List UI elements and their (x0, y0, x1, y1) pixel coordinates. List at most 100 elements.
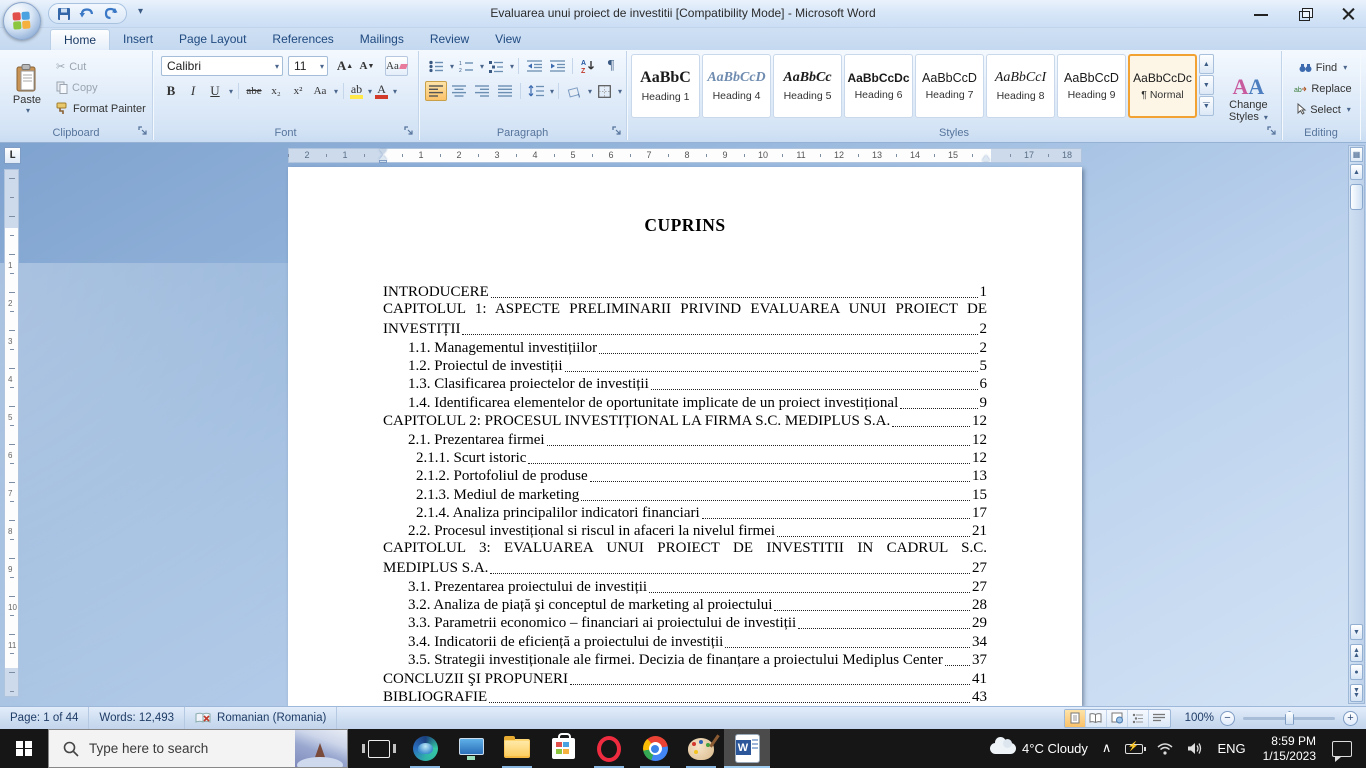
taskbar-opera[interactable] (586, 729, 632, 768)
clipboard-dialog-launcher[interactable] (138, 126, 150, 138)
word-count[interactable]: Words: 12,493 (89, 707, 186, 729)
style-card-heading-4[interactable]: AaBbCcD Heading 4 (702, 54, 771, 118)
office-button[interactable] (3, 2, 41, 40)
font-color-caret-icon[interactable]: ▾ (393, 87, 397, 96)
align-center-button[interactable] (448, 81, 470, 101)
style-card-heading-9[interactable]: AaBbCcD Heading 9 (1057, 54, 1126, 118)
decrease-indent-button[interactable] (523, 56, 545, 76)
strikethrough-button[interactable]: abe (244, 81, 264, 101)
font-size-combo[interactable]: 11 ▾ (288, 56, 328, 76)
find-button[interactable]: Find ▾ (1288, 57, 1358, 78)
browse-object-button[interactable]: ● (1350, 664, 1363, 680)
multilevel-list-button[interactable] (485, 56, 507, 76)
bullets-caret-icon[interactable]: ▾ (450, 62, 454, 71)
numbering-button[interactable]: 12 (455, 56, 477, 76)
taskbar-search[interactable]: Type here to search (48, 729, 348, 768)
align-right-button[interactable] (471, 81, 493, 101)
multilevel-caret-icon[interactable]: ▾ (510, 62, 514, 71)
taskbar-file-explorer[interactable] (494, 729, 540, 768)
borders-button[interactable] (593, 81, 615, 101)
highlight-button[interactable]: ab (349, 83, 364, 100)
subscript-button[interactable]: x₂ (266, 81, 286, 101)
taskbar-paint[interactable] (678, 729, 724, 768)
clock[interactable]: 8:59 PM 1/15/2023 (1253, 734, 1326, 764)
paragraph-dialog-launcher[interactable] (612, 126, 624, 138)
styles-dialog-launcher[interactable] (1267, 126, 1279, 138)
tab-mailings[interactable]: Mailings (347, 29, 417, 50)
bullets-button[interactable] (425, 56, 447, 76)
highlight-caret-icon[interactable]: ▾ (368, 87, 372, 96)
right-indent-marker[interactable] (982, 155, 990, 161)
style-card-heading-5[interactable]: AaBbCc Heading 5 (773, 54, 842, 118)
taskbar-word[interactable] (724, 729, 770, 768)
web-layout-view-button[interactable] (1107, 709, 1128, 727)
page-indicator[interactable]: Page: 1 of 44 (0, 707, 90, 729)
document-page[interactable]: CUPRINS INTRODUCERE 1 CAPITOLUL 1: ASPECTE… (288, 167, 1082, 706)
weather-widget[interactable]: 4°C Cloudy (983, 729, 1095, 768)
scrollbar-thumb[interactable] (1350, 184, 1363, 210)
underline-button[interactable]: U (205, 81, 225, 101)
tab-home[interactable]: Home (50, 29, 111, 50)
tab-view[interactable]: View (482, 29, 534, 50)
tab-references[interactable]: References (259, 29, 346, 50)
next-page-button[interactable]: ▼ ▼ (1350, 684, 1363, 702)
taskbar-chrome[interactable] (632, 729, 678, 768)
superscript-button[interactable]: x² (288, 81, 308, 101)
styles-scroll-down-button[interactable]: ▼ (1199, 75, 1214, 95)
style-card-heading-8[interactable]: AaBbCcI Heading 8 (986, 54, 1055, 118)
bold-button[interactable]: B (161, 81, 181, 101)
line-spacing-button[interactable] (525, 81, 547, 101)
start-button[interactable] (0, 729, 48, 768)
minimize-button[interactable] (1252, 6, 1270, 22)
previous-page-button[interactable]: ▲ ▲ (1350, 644, 1363, 662)
tab-insert[interactable]: Insert (110, 29, 166, 50)
indent-markers[interactable] (379, 149, 387, 163)
style-card-heading-6[interactable]: AaBbCcDc Heading 6 (844, 54, 913, 118)
zoom-level[interactable]: 100% (1185, 712, 1214, 724)
taskbar-edge[interactable] (402, 729, 448, 768)
styles-scroll-up-button[interactable]: ▲ (1199, 54, 1214, 74)
cut-button[interactable]: ✂ Cut (54, 56, 150, 77)
vertical-ruler[interactable]: 1 2 3 4 5 6 7 8 9 10 11 (4, 169, 19, 697)
grow-font-button[interactable]: A ▲ (335, 56, 355, 76)
show-hide-pilcrow-button[interactable]: ¶ (600, 56, 622, 76)
proofing-status[interactable]: Romanian (Romania) (185, 707, 338, 729)
task-view-button[interactable] (356, 729, 402, 768)
underline-caret-icon[interactable]: ▾ (229, 87, 233, 96)
full-screen-reading-view-button[interactable] (1086, 709, 1107, 727)
action-center-icon[interactable] (1332, 740, 1352, 762)
taskbar-store[interactable] (540, 729, 586, 768)
shrink-font-button[interactable]: A ▼ (357, 56, 377, 76)
select-button[interactable]: Select ▾ (1288, 99, 1358, 120)
borders-caret-icon[interactable]: ▾ (618, 87, 622, 96)
zoom-in-button[interactable]: + (1343, 710, 1358, 726)
line-spacing-caret-icon[interactable]: ▾ (550, 87, 554, 96)
shading-caret-icon[interactable]: ▾ (588, 87, 592, 96)
vertical-scrollbar[interactable]: ▦ ▲ ▼ ▲ ▲ ● ▼ ▼ (1348, 145, 1365, 704)
wifi-icon[interactable] (1150, 729, 1180, 768)
justify-button[interactable] (494, 81, 516, 101)
print-layout-view-button[interactable] (1064, 709, 1086, 727)
change-case-caret-icon[interactable]: ▾ (334, 87, 338, 96)
tab-review[interactable]: Review (417, 29, 482, 50)
style-card--normal[interactable]: AaBbCcDc ¶ Normal (1128, 54, 1197, 118)
clear-formatting-button[interactable]: Aa (385, 56, 408, 76)
ruler-toggle-button[interactable]: ▦ (1350, 147, 1363, 162)
draft-view-button[interactable] (1149, 710, 1170, 727)
horizontal-ruler[interactable]: 2 1 1 2 3 4 5 6 7 8 9 10 11 12 13 14 15 17 18 (288, 148, 1082, 163)
restore-button[interactable] (1296, 6, 1314, 22)
change-case-button[interactable]: Aa (310, 81, 330, 101)
language-indicator[interactable]: ENG (1210, 729, 1252, 768)
style-card-heading-7[interactable]: AaBbCcD Heading 7 (915, 54, 984, 118)
scroll-up-button[interactable]: ▲ (1350, 164, 1363, 180)
scroll-down-button[interactable]: ▼ (1350, 624, 1363, 640)
font-dialog-launcher[interactable] (404, 126, 416, 138)
font-name-combo[interactable]: Calibri ▾ (161, 56, 283, 76)
styles-more-button[interactable]: ▼ — (1199, 96, 1214, 116)
close-button[interactable] (1340, 6, 1358, 22)
taskbar-this-pc[interactable] (448, 729, 494, 768)
tray-expand-icon[interactable]: ∧ (1095, 728, 1119, 767)
numbering-caret-icon[interactable]: ▾ (480, 62, 484, 71)
sort-button[interactable]: AZ (577, 56, 599, 76)
search-highlight-image[interactable] (295, 730, 347, 767)
